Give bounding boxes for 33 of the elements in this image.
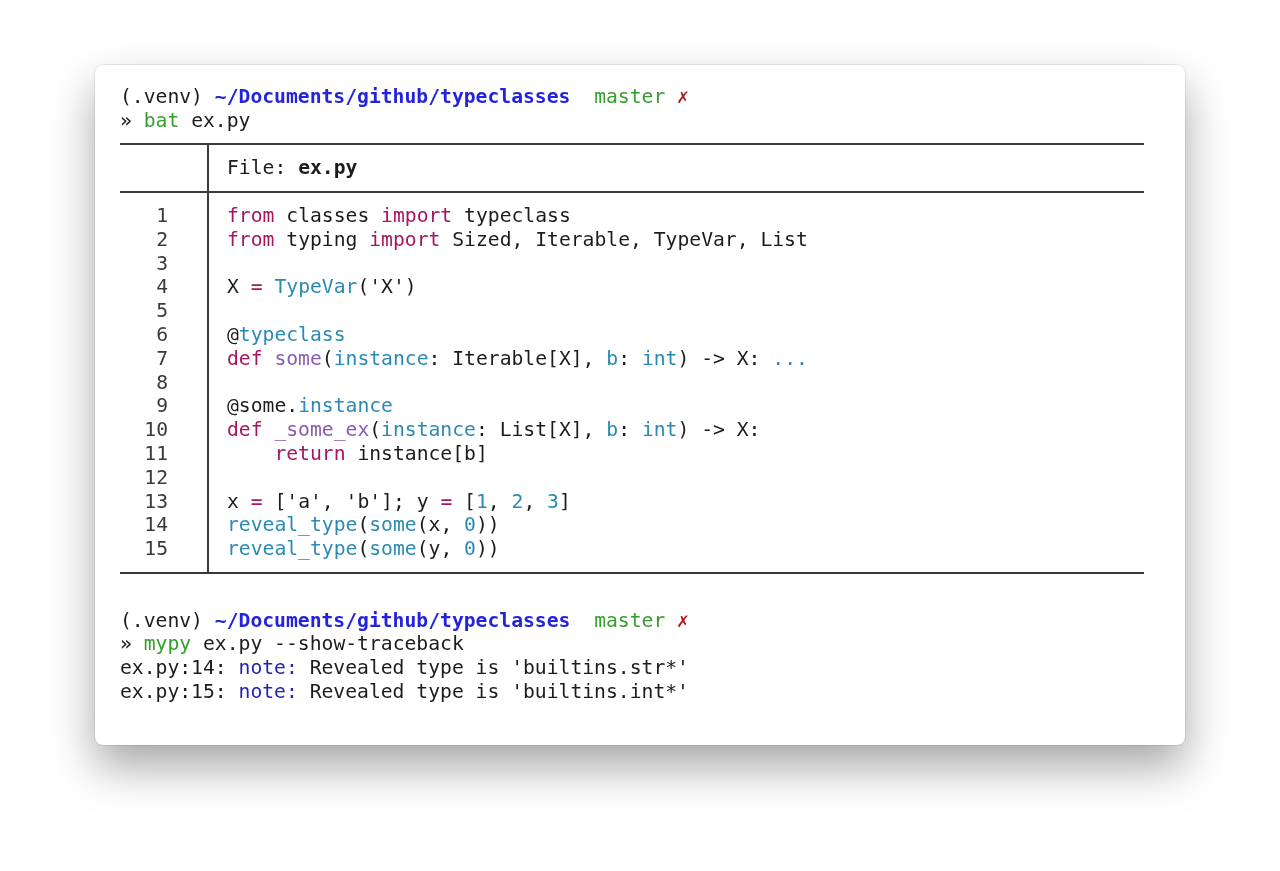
output-line: ex.py:15: note: Revealed type is 'builtins.int*': [120, 679, 689, 704]
line-number: 2: [156, 227, 168, 252]
line-number: 10: [144, 418, 168, 442]
code-line: from typing import Sized, Iterable, TypeVar, List: [226, 227, 808, 252]
code-line: return instance[b]: [273, 441, 488, 466]
code-line: @some.instance: [226, 394, 393, 419]
file-header: File: ex.py: [226, 156, 358, 181]
line-number: 1: [156, 204, 168, 228]
code-line: def some(instance: Iterable[X], b: int) -> X: ...: [226, 346, 808, 371]
code-line: reveal_type(some(y, 0)): [226, 537, 500, 561]
line-number: 15: [144, 537, 168, 561]
code-line: x = ['a', 'b']; y = [1, 2, 3]: [226, 489, 571, 514]
prompt-line: (.venv) ~/Documents/github/typeclasses master ✗: [120, 608, 689, 633]
command-line: » bat ex.py: [120, 108, 251, 133]
line-number: 11: [144, 441, 168, 466]
code-line: X = TypeVar('X'): [226, 275, 417, 300]
line-number: 13: [144, 489, 168, 514]
code-line: def _some_ex(instance: List[X], b: int) -> X:: [226, 418, 761, 442]
line-number: 4: [156, 275, 168, 300]
line-number: 14: [144, 513, 168, 538]
code-line: @typeclass: [226, 322, 346, 347]
command-line: » mypy ex.py --show-traceback: [120, 632, 464, 657]
line-number: 5: [156, 299, 168, 323]
line-number: 9: [156, 394, 168, 419]
line-number: 12: [144, 465, 168, 490]
line-number: 6: [156, 322, 168, 347]
code-line: from classes import typeclass: [226, 204, 571, 228]
prompt-line: (.venv) ~/Documents/github/typeclasses master ✗: [120, 85, 689, 109]
output-line: ex.py:14: note: Revealed type is 'builtins.str*': [120, 656, 689, 680]
line-number: 8: [156, 370, 168, 395]
line-number: 7: [156, 346, 168, 371]
code-line: reveal_type(some(x, 0)): [226, 513, 500, 538]
line-number: 3: [156, 251, 168, 276]
